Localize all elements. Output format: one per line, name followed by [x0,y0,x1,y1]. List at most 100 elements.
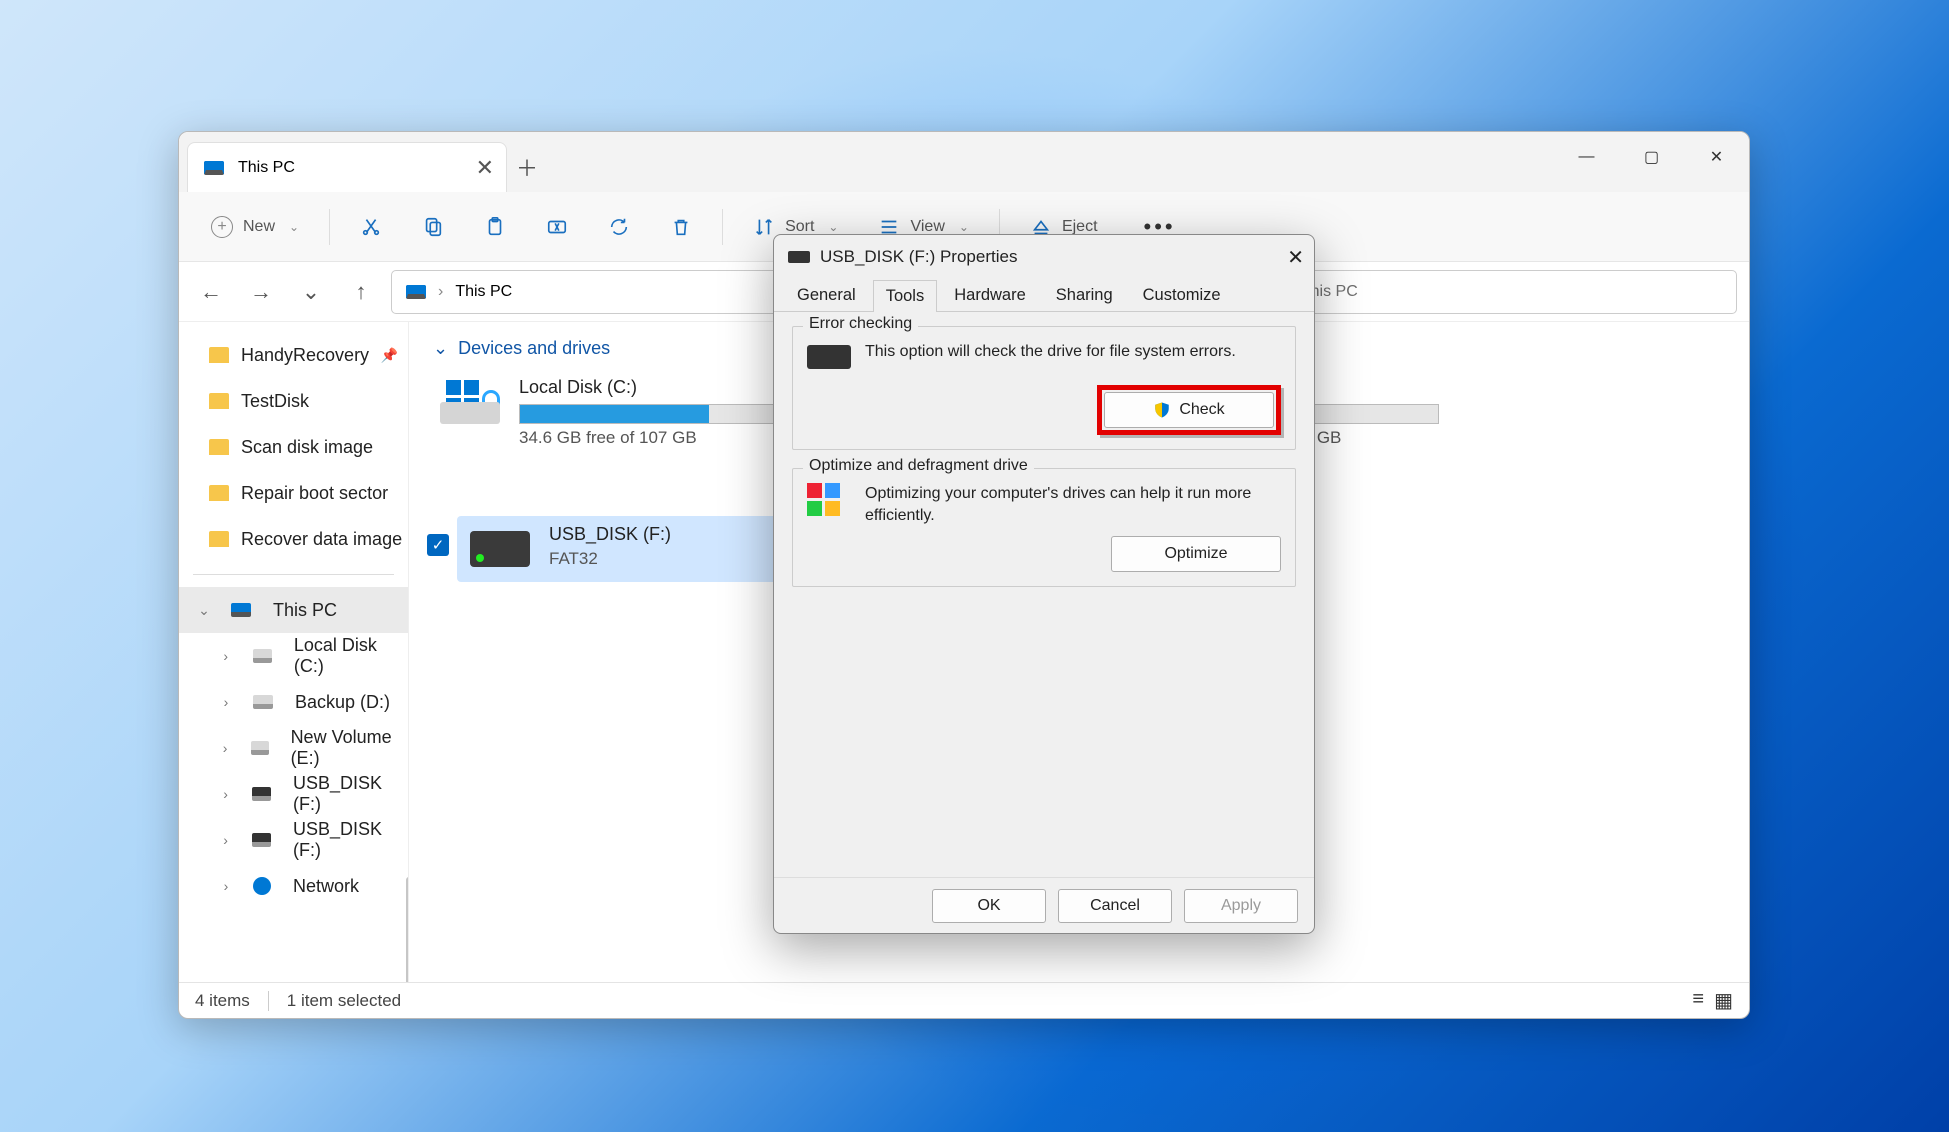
tree-usb-disk-f-2[interactable]: ›USB_DISK (F:) [179,817,408,863]
dialog-footer: OK Cancel Apply [774,877,1314,933]
sort-label: Sort [785,218,814,236]
tab-close-button[interactable]: ✕ [476,157,494,179]
plus-icon: + [211,216,233,238]
ok-button[interactable]: OK [932,889,1046,923]
quick-item-recover-data-image[interactable]: Recover data image [179,516,408,562]
tiles-view-button[interactable]: ▦ [1714,988,1733,1013]
folder-icon [209,393,229,409]
divider [193,574,394,575]
nav-back-button[interactable]: ← [191,272,231,312]
optimize-text: Optimizing your computer's drives can he… [865,483,1281,526]
nav-forward-button[interactable]: → [241,272,281,312]
status-item-count: 4 items [195,991,250,1011]
drive-icon [807,341,851,375]
sidebar: HandyRecovery📌 TestDisk Scan disk image … [179,322,409,982]
tab-sharing[interactable]: Sharing [1043,279,1126,311]
paste-button[interactable] [468,204,522,250]
chevron-down-icon: ⌄ [433,338,448,359]
nav-recent-button[interactable]: ⌄ [291,272,331,312]
folder-icon [209,485,229,501]
error-checking-legend: Error checking [803,315,918,333]
new-tab-button[interactable]: ＋ [507,142,547,192]
divider [722,209,723,245]
tree-usb-disk-f-1[interactable]: ›USB_DISK (F:) [179,771,408,817]
network-icon [253,877,271,895]
quick-item-scan-disk-image[interactable]: Scan disk image [179,424,408,470]
optimize-group: Optimize and defragment drive Optimizing… [792,468,1296,587]
quick-item-testdisk[interactable]: TestDisk [179,378,408,424]
window-controls [1554,132,1749,182]
status-selection: 1 item selected [287,991,401,1011]
folder-icon [209,347,229,363]
nav-up-button[interactable]: ↑ [341,272,381,312]
drive-local-disk-c[interactable]: Local Disk (C:) 34.6 GB free of 107 GB [427,369,807,456]
chevron-right-icon: › [219,832,232,848]
dialog-title: USB_DISK (F:) Properties [820,247,1017,267]
chevron-right-icon: › [219,786,232,802]
drive-icon [251,741,268,755]
drive-icon [435,377,505,427]
delete-button[interactable] [654,204,708,250]
chevron-right-icon: › [219,694,233,710]
tree-network[interactable]: ›Network [179,863,408,909]
cut-button[interactable] [344,204,398,250]
error-checking-group: Error checking This option will check th… [792,326,1296,450]
tab-customize[interactable]: Customize [1130,279,1234,311]
drive-icon [252,833,271,847]
tab-this-pc[interactable]: This PC ✕ [187,142,507,192]
divider [329,209,330,245]
quick-item-repair-boot-sector[interactable]: Repair boot sector [179,470,408,516]
optimize-legend: Optimize and defragment drive [803,457,1034,475]
minimize-button[interactable] [1554,132,1619,182]
shield-icon [1153,401,1171,419]
drive-icon [253,695,273,709]
defrag-icon [807,483,851,517]
maximize-button[interactable] [1619,132,1684,182]
folder-icon [209,531,229,547]
drive-icon [253,649,272,663]
new-label: New [243,218,275,236]
divider [268,991,269,1011]
quick-item-handyrecovery[interactable]: HandyRecovery📌 [179,332,408,378]
chevron-right-icon: › [219,648,233,664]
check-button-highlight: Check [1097,385,1281,435]
dialog-titlebar: USB_DISK (F:) Properties ✕ [774,235,1314,279]
tree-backup-d[interactable]: ›Backup (D:) [179,679,408,725]
capacity-bar [519,404,799,424]
titlebar: This PC ✕ ＋ [179,132,1749,192]
this-pc-icon [406,285,426,299]
eject-label: Eject [1062,218,1098,236]
optimize-button[interactable]: Optimize [1111,536,1281,572]
tab-general[interactable]: General [784,279,869,311]
chevron-down-icon: ⌄ [197,602,211,619]
properties-dialog: USB_DISK (F:) Properties ✕ General Tools… [773,234,1315,934]
drive-icon [252,787,271,801]
breadcrumb-separator: › [438,283,443,301]
check-button[interactable]: Check [1104,392,1274,428]
this-pc-icon [204,161,224,175]
share-button[interactable] [592,204,646,250]
status-bar: 4 items 1 item selected ≡ ▦ [179,982,1749,1018]
breadcrumb-this-pc[interactable]: This PC [455,283,512,301]
tab-hardware[interactable]: Hardware [941,279,1039,311]
tree-new-volume-e[interactable]: ›New Volume (E:) [179,725,408,771]
close-button[interactable] [1684,132,1749,182]
pin-icon: 📌 [381,347,398,364]
new-button[interactable]: + New ⌄ [195,216,315,238]
tree-local-disk-c[interactable]: ›Local Disk (C:) [179,633,408,679]
tree-this-pc[interactable]: ⌄This PC [179,587,408,633]
cancel-button[interactable]: Cancel [1058,889,1172,923]
chevron-down-icon: ⌄ [289,220,299,234]
dialog-body: Error checking This option will check th… [774,312,1314,877]
error-checking-text: This option will check the drive for fil… [865,341,1281,363]
dialog-close-button[interactable]: ✕ [1287,245,1304,270]
copy-button[interactable] [406,204,460,250]
chevron-right-icon: › [219,740,231,756]
selected-checkbox[interactable]: ✓ [427,534,449,556]
tab-tools[interactable]: Tools [873,280,938,312]
details-view-button[interactable]: ≡ [1692,988,1704,1013]
folder-icon [209,439,229,455]
dialog-tabs: General Tools Hardware Sharing Customize [774,279,1314,312]
rename-button[interactable] [530,204,584,250]
apply-button[interactable]: Apply [1184,889,1298,923]
